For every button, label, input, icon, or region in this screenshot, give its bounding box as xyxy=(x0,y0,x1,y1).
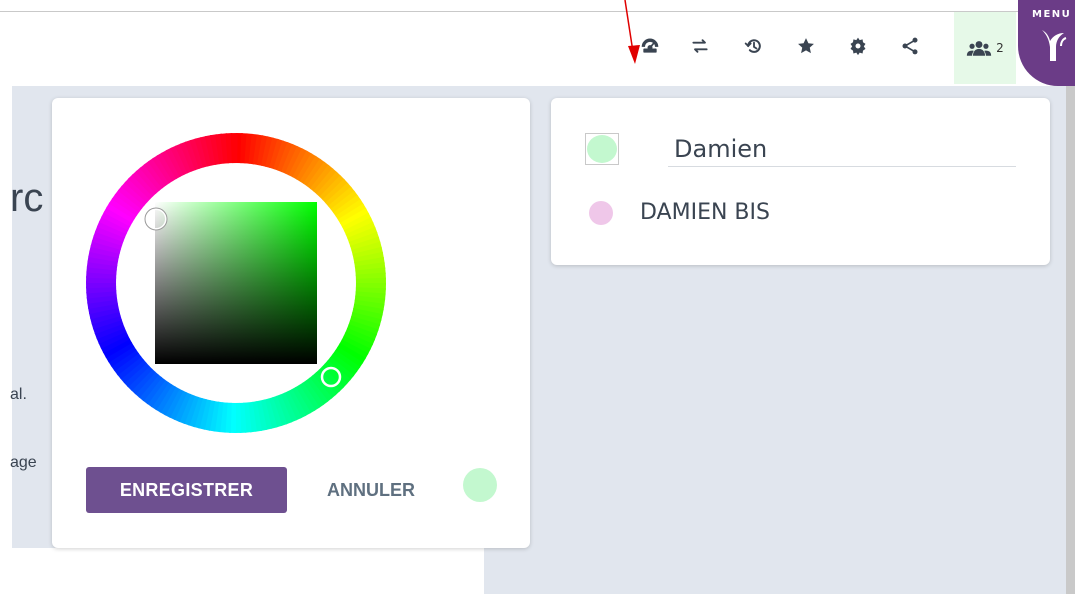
color-preview xyxy=(463,468,497,502)
user2-color-dot xyxy=(589,201,613,225)
menu-label: MENU xyxy=(1032,9,1072,20)
background-title-fragment: rc xyxy=(10,176,44,220)
gear-icon[interactable] xyxy=(840,28,876,64)
cancel-button[interactable]: ANNULER xyxy=(300,467,442,513)
brand-logo-icon xyxy=(1042,30,1067,61)
top-border xyxy=(0,11,1075,12)
menu-badge[interactable]: MENU xyxy=(1018,0,1075,86)
user-name-input[interactable] xyxy=(668,131,1016,167)
save-button[interactable]: ENREGISTRER xyxy=(86,467,287,513)
annotation-arrow xyxy=(624,0,640,64)
user-color-dot xyxy=(587,135,617,163)
scrollbar[interactable] xyxy=(1066,86,1075,594)
background-text-fragment-2: age xyxy=(10,454,37,471)
users-icon xyxy=(967,41,992,56)
toolbar xyxy=(628,28,948,68)
lower-area xyxy=(0,548,484,594)
share-icon[interactable] xyxy=(892,28,928,64)
background-text-fragment: al. xyxy=(10,386,27,403)
users-panel xyxy=(551,98,1050,265)
left-margin xyxy=(0,86,12,594)
star-icon[interactable] xyxy=(788,28,824,64)
color-wheel[interactable] xyxy=(86,133,386,433)
history-icon[interactable] xyxy=(736,28,772,64)
users-count: 2 xyxy=(996,41,1004,55)
user2-name: DAMIEN BIS xyxy=(640,200,770,225)
users-button[interactable]: 2 xyxy=(954,12,1016,84)
user-color-swatch[interactable] xyxy=(585,133,619,165)
swap-icon[interactable] xyxy=(682,28,718,64)
